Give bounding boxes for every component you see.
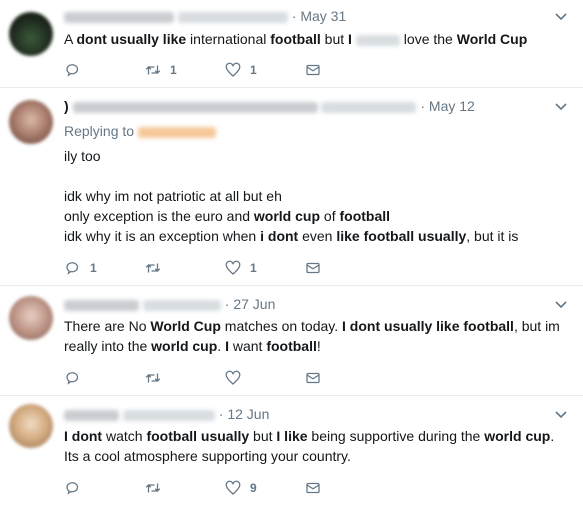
tweet-text-line: There are No World Cup matches on today.…	[64, 318, 560, 334]
tweet-actions: 1 1	[64, 60, 344, 80]
message-button[interactable]	[304, 368, 322, 388]
tweet-text: ily too idk why im not patriotic at all …	[64, 146, 569, 246]
retweet-button[interactable]	[144, 368, 162, 388]
tweet-date[interactable]: 12 Jun	[227, 406, 269, 422]
tweet-4[interactable]: · 12 Jun I dont watch football usually b…	[0, 396, 583, 506]
reply-button[interactable]: 1	[64, 258, 97, 278]
envelope-icon	[306, 372, 320, 384]
retweet-icon	[145, 483, 161, 493]
like-count: 1	[250, 261, 257, 275]
tweet-date[interactable]: May 12	[429, 98, 475, 114]
author-name-blurred[interactable]	[72, 101, 318, 113]
heart-icon	[225, 370, 241, 385]
tweet-actions: 1 1	[64, 258, 344, 278]
chevron-down-icon[interactable]	[553, 8, 569, 24]
author-name-blurred[interactable]	[64, 299, 139, 311]
replying-to-handle-blurred[interactable]	[137, 126, 216, 138]
tweet-text-line: Its a cool atmosphere supporting your co…	[64, 448, 351, 464]
tweet-text-line: ily too	[64, 148, 101, 164]
chevron-down-icon[interactable]	[553, 406, 569, 422]
separator-dot: ·	[218, 406, 224, 422]
author-name-start[interactable]: )	[64, 98, 69, 114]
tweet-actions: 9	[64, 478, 344, 498]
author-name-blurred[interactable]	[64, 409, 119, 421]
chevron-down-icon[interactable]	[553, 296, 569, 312]
reply-button[interactable]	[64, 478, 82, 498]
reply-button[interactable]	[64, 60, 82, 80]
tweet-2[interactable]: ) · May 12 Replying to ily too idk why i…	[0, 88, 583, 286]
separator-dot: ·	[291, 8, 297, 24]
tweet-date[interactable]: 27 Jun	[233, 296, 275, 312]
heart-icon	[225, 62, 241, 77]
retweet-icon	[145, 373, 161, 383]
tweet-text-line: really into the world cup. I want footba…	[64, 338, 321, 354]
envelope-icon	[306, 482, 320, 494]
tweet-text: I dont watch football usually but I like…	[64, 426, 569, 466]
retweet-icon	[145, 263, 161, 273]
like-count: 9	[250, 481, 257, 495]
reply-button[interactable]	[64, 368, 82, 388]
tweet-text: There are No World Cup matches on today.…	[64, 316, 569, 356]
retweet-icon	[145, 65, 161, 75]
avatar[interactable]	[9, 100, 53, 144]
message-button[interactable]	[304, 60, 322, 80]
tweet-3[interactable]: · 27 Jun There are No World Cup matches …	[0, 286, 583, 396]
replying-to-label: Replying to	[64, 123, 135, 139]
author-handle-blurred[interactable]	[177, 11, 288, 23]
reply-icon	[66, 262, 79, 275]
tweet-header: · 27 Jun	[64, 296, 573, 316]
tweet-text-line: only exception is the euro and world cup…	[64, 208, 391, 224]
reply-icon	[66, 482, 79, 495]
tweet-actions	[64, 368, 344, 388]
tweet-date[interactable]: May 31	[300, 8, 346, 24]
message-button[interactable]	[304, 478, 322, 498]
retweet-count: 1	[170, 63, 177, 77]
censored-word-blurred	[355, 34, 400, 46]
envelope-icon	[306, 262, 320, 274]
author-handle-blurred[interactable]	[142, 299, 221, 311]
retweet-button[interactable]	[144, 258, 162, 278]
reply-icon	[66, 372, 79, 385]
like-button[interactable]: 1	[224, 60, 257, 80]
tweet-header: · 12 Jun	[64, 406, 573, 426]
heart-icon	[225, 260, 241, 275]
heart-icon	[225, 480, 241, 495]
tweet-text-line	[64, 166, 569, 186]
avatar[interactable]	[9, 12, 53, 56]
chevron-down-icon[interactable]	[553, 98, 569, 114]
tweet-1[interactable]: · May 31 A dont usually like internation…	[0, 0, 583, 88]
separator-dot: ·	[224, 296, 230, 312]
avatar[interactable]	[9, 296, 53, 340]
author-name-blurred[interactable]	[64, 11, 174, 23]
like-count: 1	[250, 63, 257, 77]
tweet-text-line: idk why im not patriotic at all but eh	[64, 188, 282, 204]
tweet-text-line: A dont usually like international footba…	[64, 31, 528, 47]
reply-count: 1	[90, 261, 97, 275]
author-handle-blurred[interactable]	[321, 101, 417, 113]
retweet-button[interactable]: 1	[144, 60, 177, 80]
like-button[interactable]: 9	[224, 478, 257, 498]
retweet-button[interactable]	[144, 478, 162, 498]
envelope-icon	[306, 64, 320, 76]
message-button[interactable]	[304, 258, 322, 278]
author-handle-blurred[interactable]	[122, 409, 215, 421]
tweet-text-line: idk why it is an exception when i dont e…	[64, 228, 519, 244]
like-button[interactable]	[224, 368, 242, 388]
replying-to: Replying to	[64, 123, 216, 139]
reply-icon	[66, 64, 79, 77]
avatar[interactable]	[9, 404, 53, 448]
tweet-header: · May 31	[64, 8, 573, 28]
like-button[interactable]: 1	[224, 258, 257, 278]
tweet-text-line: I dont watch football usually but I like…	[64, 428, 555, 444]
separator-dot: ·	[420, 98, 426, 114]
tweet-text: A dont usually like international footba…	[64, 29, 569, 49]
tweet-header: ) · May 12	[64, 98, 573, 118]
